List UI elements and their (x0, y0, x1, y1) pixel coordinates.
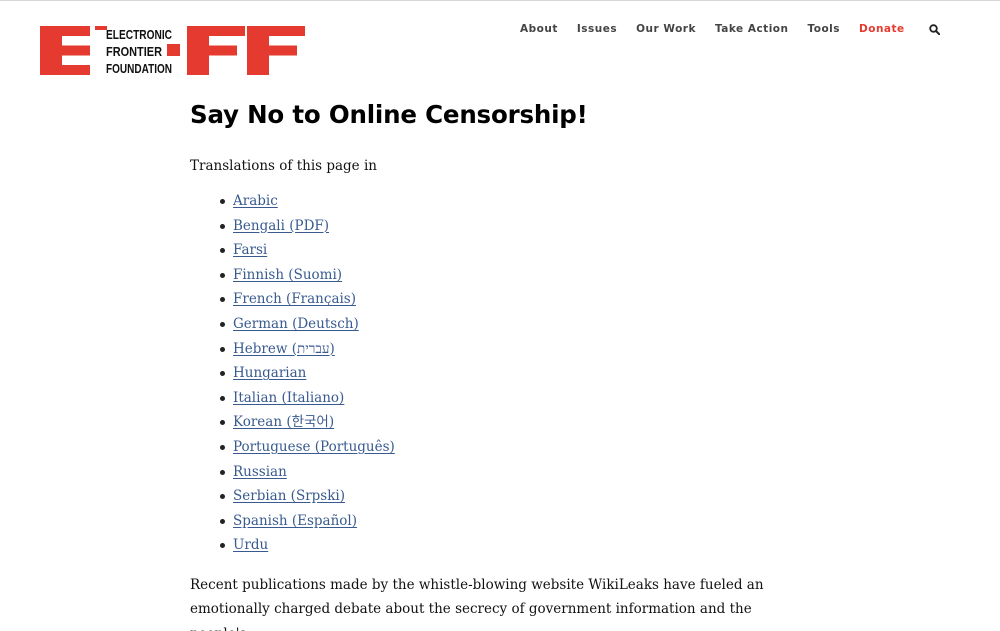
translations-intro: Translations of this page in (190, 158, 377, 174)
list-item: Hebrew (עברית) (220, 337, 770, 362)
nav-tools[interactable]: Tools (807, 23, 840, 35)
main-content: Say No to Online Censorship! Translation… (190, 98, 770, 631)
list-item: Urdu (220, 533, 770, 558)
bullet (220, 543, 225, 549)
translation-link-spanish[interactable]: Spanish (Español) (233, 513, 357, 529)
translation-link-german[interactable]: German (Deutsch) (233, 316, 359, 332)
list-item: Arabic (220, 189, 770, 214)
nav-take-action[interactable]: Take Action (715, 23, 789, 35)
bullet (220, 248, 225, 254)
translation-link-french[interactable]: French (Français) (233, 291, 356, 307)
list-item: Spanish (Español) (220, 509, 770, 534)
list-item: Serbian (Srpski) (220, 484, 770, 509)
body-line-2: emotionally charged debate about the sec… (190, 601, 752, 631)
translation-link-farsi[interactable]: Farsi (233, 242, 267, 258)
search-icon[interactable] (928, 23, 940, 35)
bullet (220, 371, 225, 377)
top-border (0, 0, 1000, 1)
nav-about[interactable]: About (520, 23, 558, 35)
translation-link-hungarian[interactable]: Hungarian (233, 365, 306, 381)
list-item: Hungarian (220, 361, 770, 386)
nav-our-work[interactable]: Our Work (636, 23, 696, 35)
translation-link-finnish[interactable]: Finnish (Suomi) (233, 267, 342, 283)
list-item: Bengali (PDF) (220, 214, 770, 239)
list-item: Italian (Italiano) (220, 386, 770, 411)
translation-link-italian[interactable]: Italian (Italiano) (233, 390, 344, 406)
list-item: Farsi (220, 238, 770, 263)
bullet (220, 199, 225, 204)
translation-list: Arabic Bengali (PDF) Farsi Finnish (Suom… (190, 189, 770, 558)
bullet (220, 321, 225, 327)
list-item: German (Deutsch) (220, 312, 770, 337)
list-item: Portuguese (Português) (220, 435, 770, 460)
logo-text-line-1: ELECTRONIC (106, 27, 172, 42)
main-nav: About Issues Our Work Take Action Tools … (520, 23, 940, 35)
bullet (220, 223, 225, 229)
translation-link-hebrew[interactable]: Hebrew (עברית) (233, 341, 335, 357)
page-title: Say No to Online Censorship! (190, 100, 588, 129)
bullet (220, 518, 225, 524)
translation-link-serbian[interactable]: Serbian (Srpski) (233, 488, 345, 504)
eff-logo[interactable]: ELECTRONIC FRONTIER FOUNDATION (40, 26, 305, 75)
translation-link-korean[interactable]: Korean (한국어) (233, 414, 334, 430)
bullet (220, 469, 225, 475)
logo-text-line-2: FRONTIER (106, 44, 163, 59)
list-item: Finnish (Suomi) (220, 263, 770, 288)
list-item: Russian (220, 460, 770, 485)
bullet (220, 272, 225, 278)
nav-issues[interactable]: Issues (577, 23, 617, 35)
bullet (220, 420, 225, 426)
logo-text-line-3: FOUNDATION (106, 61, 172, 75)
bullet (220, 444, 225, 450)
translation-link-urdu[interactable]: Urdu (233, 537, 268, 553)
bullet (220, 346, 225, 352)
list-item: Korean (한국어) (220, 410, 770, 435)
bullet (220, 395, 225, 401)
body-line-1: Recent publications made by the whistle-… (190, 576, 764, 593)
bullet (220, 494, 225, 500)
translation-link-russian[interactable]: Russian (233, 464, 287, 480)
translation-link-portuguese[interactable]: Portuguese (Português) (233, 439, 395, 455)
body-paragraph: Recent publications made by the whistle-… (190, 573, 770, 631)
bullet (220, 297, 225, 303)
list-item: French (Français) (220, 287, 770, 312)
translation-link-arabic[interactable]: Arabic (233, 193, 278, 209)
nav-donate[interactable]: Donate (859, 23, 905, 35)
translation-link-bengali[interactable]: Bengali (PDF) (233, 218, 329, 234)
